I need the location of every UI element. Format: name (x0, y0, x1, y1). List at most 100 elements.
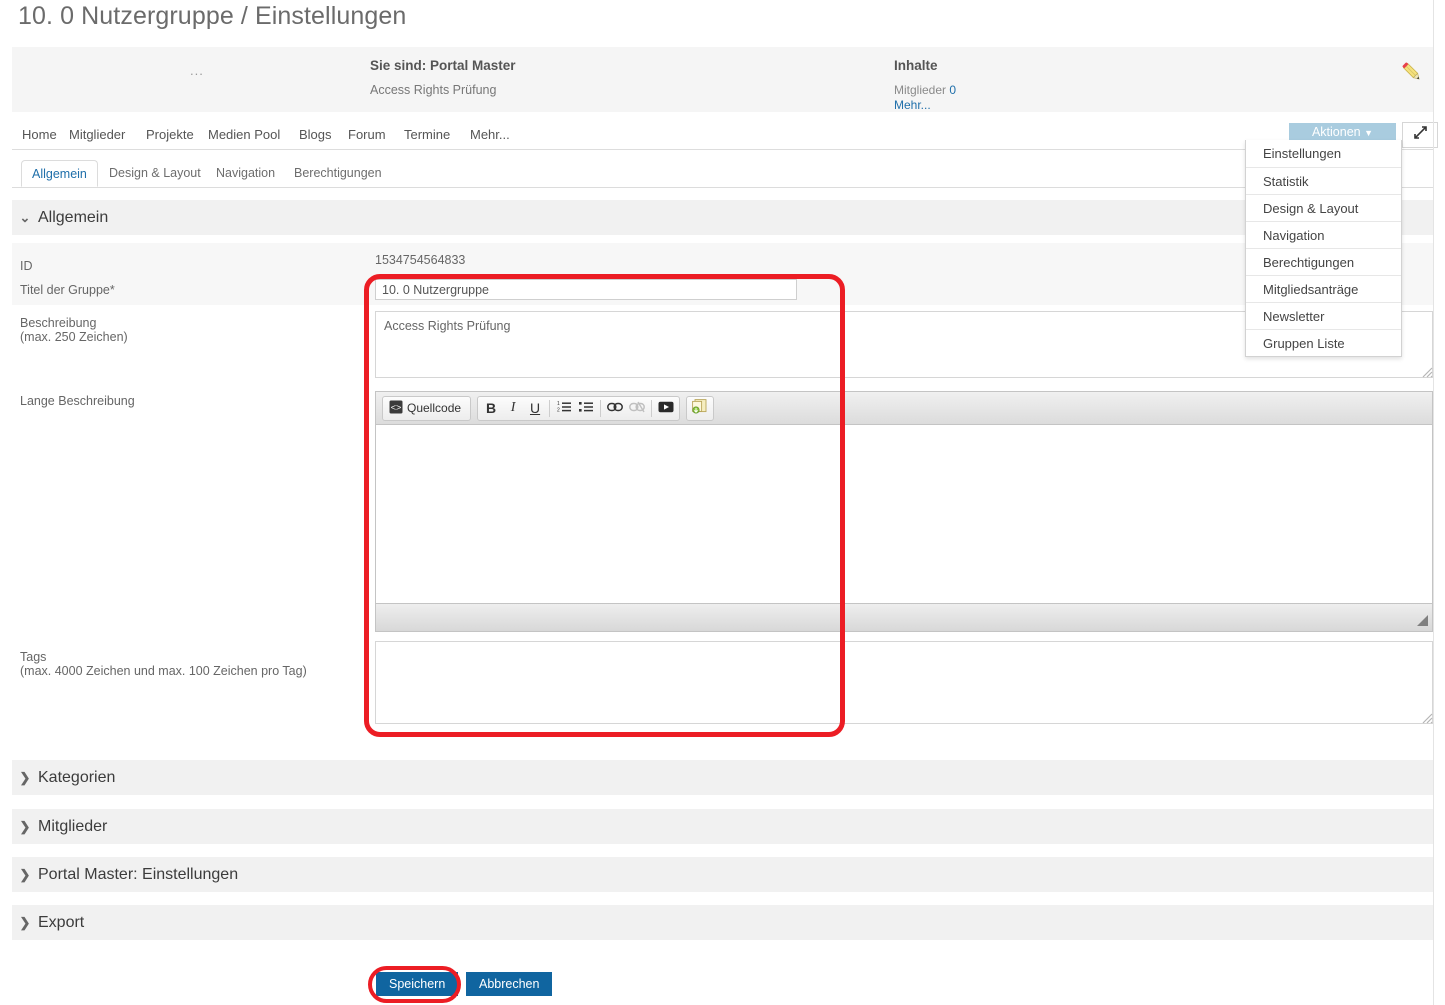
actions-button-label: Aktionen (1311, 125, 1361, 139)
lange-beschreibung-editor: <> Quellcode B I U 1 2 (375, 391, 1433, 632)
link-icon (607, 401, 623, 416)
chevron-right-icon: ❯ (19, 818, 31, 834)
dropdown-item-einstellungen[interactable]: Einstellungen (1246, 140, 1401, 167)
chevron-right-icon: ❯ (19, 866, 31, 882)
expand-arrows-icon (1413, 125, 1428, 145)
media-button[interactable] (655, 398, 677, 419)
link-button[interactable] (604, 398, 626, 419)
tab-allgemein[interactable]: Allgemein (21, 160, 98, 187)
chevron-down-icon: ▼ (1364, 128, 1374, 138)
cancel-button[interactable]: Abbrechen (466, 972, 553, 996)
label-tags: Tags (max. 4000 Zeichen und max. 100 Zei… (20, 650, 307, 678)
label-beschreibung-line1: Beschreibung (20, 316, 97, 330)
source-code-button[interactable]: <> Quellcode (385, 398, 468, 419)
nav-item-projekte[interactable]: Projekte (146, 127, 194, 142)
toolbar-group-source: <> Quellcode (382, 395, 472, 421)
dropdown-item-navigation[interactable]: Navigation (1246, 221, 1401, 248)
dropdown-item-newsletter[interactable]: Newsletter (1246, 302, 1401, 329)
members-count: 0 (949, 83, 957, 97)
section-header-portal-master-einstellungen[interactable]: ❯ Portal Master: Einstellungen (12, 857, 1433, 892)
chevron-down-icon: ⌄ (19, 209, 31, 225)
tab-berechtigungen[interactable]: Berechtigungen (284, 160, 392, 187)
section-title-kategorien: Kategorien (38, 768, 116, 786)
members-line: Mitglieder 0 (894, 83, 956, 98)
dropdown-item-mitgliedsantraege[interactable]: Mitgliedsanträge (1246, 275, 1401, 302)
bulleted-list-button[interactable] (575, 398, 597, 419)
video-icon (658, 401, 674, 416)
nav-item-mitglieder[interactable]: Mitglieder (69, 127, 125, 142)
numbered-list-button[interactable]: 1 2 (553, 398, 575, 419)
source-code-label: Quellcode (407, 401, 462, 415)
tab-bar: Allgemein Design & Layout Navigation Ber… (12, 160, 1433, 188)
label-beschreibung: Beschreibung (max. 250 Zeichen) (20, 316, 128, 344)
dropdown-item-statistik[interactable]: Statistik (1246, 167, 1401, 194)
label-titel-der-gruppe: Titel der Gruppe* (20, 283, 115, 297)
editor-content-area[interactable] (376, 425, 1432, 603)
bulleted-list-icon (578, 400, 594, 416)
numbered-list-icon: 1 2 (557, 400, 572, 416)
user-info-column: Sie sind: Portal Master Access Rights Pr… (370, 58, 516, 97)
titel-der-gruppe-input[interactable] (375, 279, 797, 300)
section-title-export: Export (38, 913, 85, 931)
tab-navigation[interactable]: Navigation (206, 160, 285, 187)
nav-item-medien-pool[interactable]: Medien Pool (208, 127, 280, 142)
svg-text:1: 1 (557, 401, 560, 407)
nav-item-home[interactable]: Home (22, 127, 57, 142)
more-link[interactable]: Mehr... (894, 98, 956, 112)
tab-design-layout[interactable]: Design & Layout (99, 160, 211, 187)
italic-button[interactable]: I (502, 398, 524, 419)
tags-textarea[interactable] (375, 641, 1433, 724)
page-title: 10. 0 Nutzergruppe / Einstellungen (18, 2, 407, 30)
editor-resize-handle[interactable] (1417, 615, 1428, 626)
content-heading: Inhalte (894, 58, 938, 73)
label-tags-line2: (max. 4000 Zeichen und max. 100 Zeichen … (20, 664, 307, 678)
page-root: 10. 0 Nutzergruppe / Einstellungen ... S… (0, 0, 1445, 1005)
unlink-icon (629, 401, 645, 416)
page-right-edge (1433, 0, 1434, 1005)
toolbar-separator (549, 399, 551, 417)
insert-image-button[interactable] (689, 398, 711, 419)
underline-button[interactable]: U (524, 398, 546, 419)
label-tags-line1: Tags (20, 650, 47, 664)
nav-item-termine[interactable]: Termine (404, 127, 450, 142)
nav-item-mehr[interactable]: Mehr... (470, 127, 510, 142)
editor-toolbar: <> Quellcode B I U 1 2 (376, 392, 1432, 425)
insert-image-icon (692, 399, 708, 417)
main-navbar: Home Mitglieder Projekte Medien Pool Blo… (12, 122, 1433, 150)
user-heading: Sie sind: Portal Master (370, 58, 516, 73)
dropdown-item-berechtigungen[interactable]: Berechtigungen (1246, 248, 1401, 275)
pencil-icon[interactable] (1399, 59, 1425, 85)
section-title-portal-master-einstellungen: Portal Master: Einstellungen (38, 865, 239, 883)
unlink-button (626, 398, 648, 419)
label-lange-beschreibung: Lange Beschreibung (20, 394, 135, 408)
toolbar-group-image (686, 395, 715, 421)
toolbar-separator (600, 399, 602, 417)
nav-item-forum[interactable]: Forum (348, 127, 386, 142)
section-title-allgemein: Allgemein (38, 208, 109, 226)
user-subtitle: Access Rights Prüfung (370, 83, 497, 97)
members-label: Mitglieder (894, 83, 947, 97)
chevron-right-icon: ❯ (19, 769, 31, 785)
info-dots: ... (190, 63, 204, 78)
bold-button[interactable]: B (480, 398, 502, 419)
chevron-right-icon: ❯ (19, 914, 31, 930)
toolbar-separator (651, 399, 653, 417)
section-header-mitglieder[interactable]: ❯ Mitglieder (12, 809, 1433, 844)
actions-dropdown-menu: Einstellungen Statistik Design & Layout … (1245, 140, 1402, 357)
save-button[interactable]: Speichern (376, 972, 459, 996)
svg-text:<>: <> (391, 402, 402, 412)
toolbar-group-format: B I U 1 2 (477, 395, 681, 421)
section-header-kategorien[interactable]: ❯ Kategorien (12, 760, 1433, 795)
section-header-allgemein[interactable]: ⌄ Allgemein (12, 200, 1433, 235)
actions-button[interactable]: Aktionen ▼ (1289, 123, 1396, 141)
dropdown-item-gruppen-liste[interactable]: Gruppen Liste (1246, 329, 1401, 356)
field-id-value: 1534754564833 (375, 253, 466, 267)
content-info-column: Inhalte Mitglieder 0 Mehr... (894, 58, 956, 112)
label-beschreibung-line2: (max. 250 Zeichen) (20, 330, 128, 344)
nav-item-blogs[interactable]: Blogs (299, 127, 332, 142)
source-code-icon: <> (389, 400, 403, 417)
dropdown-item-design-layout[interactable]: Design & Layout (1246, 194, 1401, 221)
section-header-export[interactable]: ❯ Export (12, 905, 1433, 940)
svg-text:2: 2 (557, 408, 560, 414)
editor-footer (376, 603, 1432, 631)
